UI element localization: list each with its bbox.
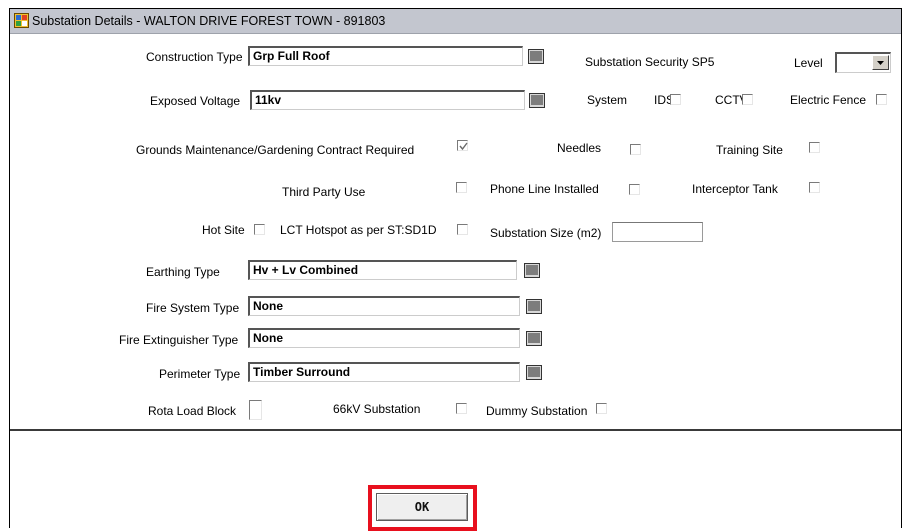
66kv-substation-checkbox[interactable] xyxy=(456,403,467,414)
fire-system-type-label: Fire System Type xyxy=(146,301,240,315)
rota-load-block-label: Rota Load Block xyxy=(148,404,237,418)
window-title: Substation Details - WALTON DRIVE FOREST… xyxy=(32,14,386,28)
fire-system-type-list-icon[interactable] xyxy=(526,299,542,314)
earthing-type-list-icon[interactable] xyxy=(524,263,540,278)
hot-site-checkbox[interactable] xyxy=(254,224,265,235)
grounds-maintenance-label: Grounds Maintenance/Gardening Contract R… xyxy=(136,143,415,157)
ok-button[interactable]: OK xyxy=(376,493,468,521)
level-select[interactable] xyxy=(835,52,891,73)
system-label: System xyxy=(587,93,628,107)
training-site-label: Training Site xyxy=(716,143,783,157)
grounds-maintenance-checkbox[interactable] xyxy=(457,140,468,151)
fire-system-type-field[interactable]: None xyxy=(248,296,520,316)
needles-label: Needles xyxy=(557,141,602,155)
construction-type-field[interactable]: Grp Full Roof xyxy=(248,46,523,66)
electric-fence-label: Electric Fence xyxy=(790,93,867,107)
phone-line-checkbox[interactable] xyxy=(629,184,640,195)
hot-site-label: Hot Site xyxy=(202,223,245,237)
interceptor-tank-checkbox[interactable] xyxy=(809,182,820,193)
substation-size-input[interactable] xyxy=(612,222,703,242)
fire-extinguisher-type-list-icon[interactable] xyxy=(526,331,542,346)
exposed-voltage-label: Exposed Voltage xyxy=(150,94,241,108)
interceptor-tank-label: Interceptor Tank xyxy=(692,182,778,196)
check-icon xyxy=(459,142,468,151)
exposed-voltage-list-icon[interactable] xyxy=(529,93,545,108)
earthing-type-field[interactable]: Hv + Lv Combined xyxy=(248,260,517,280)
rota-load-block-checkbox[interactable] xyxy=(249,400,262,420)
phone-line-label: Phone Line Installed xyxy=(490,182,599,196)
third-party-use-checkbox[interactable] xyxy=(456,182,467,193)
fire-extinguisher-type-label: Fire Extinguisher Type xyxy=(119,333,239,347)
electric-fence-checkbox[interactable] xyxy=(876,94,887,105)
app-icon xyxy=(14,13,29,28)
perimeter-type-label: Perimeter Type xyxy=(159,367,241,381)
perimeter-type-list-icon[interactable] xyxy=(526,365,542,380)
dummy-substation-checkbox[interactable] xyxy=(596,403,607,414)
construction-type-list-icon[interactable] xyxy=(528,49,544,64)
title-bar: Substation Details - WALTON DRIVE FOREST… xyxy=(10,9,901,34)
substation-size-label: Substation Size (m2) xyxy=(490,226,602,240)
divider xyxy=(10,429,901,431)
needles-checkbox[interactable] xyxy=(630,144,641,155)
fire-extinguisher-type-field[interactable]: None xyxy=(248,328,520,348)
lct-hotspot-checkbox[interactable] xyxy=(457,224,468,235)
exposed-voltage-field[interactable]: 11kv xyxy=(250,90,525,110)
lct-hotspot-label: LCT Hotspot as per ST:SD1D xyxy=(280,223,437,237)
level-label: Level xyxy=(794,56,823,70)
66kv-substation-label: 66kV Substation xyxy=(333,402,421,416)
substation-security-label: Substation Security SP5 xyxy=(585,55,715,69)
earthing-type-label: Earthing Type xyxy=(146,265,220,279)
ids-checkbox[interactable] xyxy=(670,94,681,105)
cctv-checkbox[interactable] xyxy=(742,94,753,105)
perimeter-type-field[interactable]: Timber Surround xyxy=(248,362,520,382)
dummy-substation-label: Dummy Substation xyxy=(486,404,588,418)
construction-type-label: Construction Type xyxy=(146,50,243,64)
chevron-down-icon[interactable] xyxy=(872,55,889,70)
third-party-use-label: Third Party Use xyxy=(282,185,366,199)
training-site-checkbox[interactable] xyxy=(809,142,820,153)
